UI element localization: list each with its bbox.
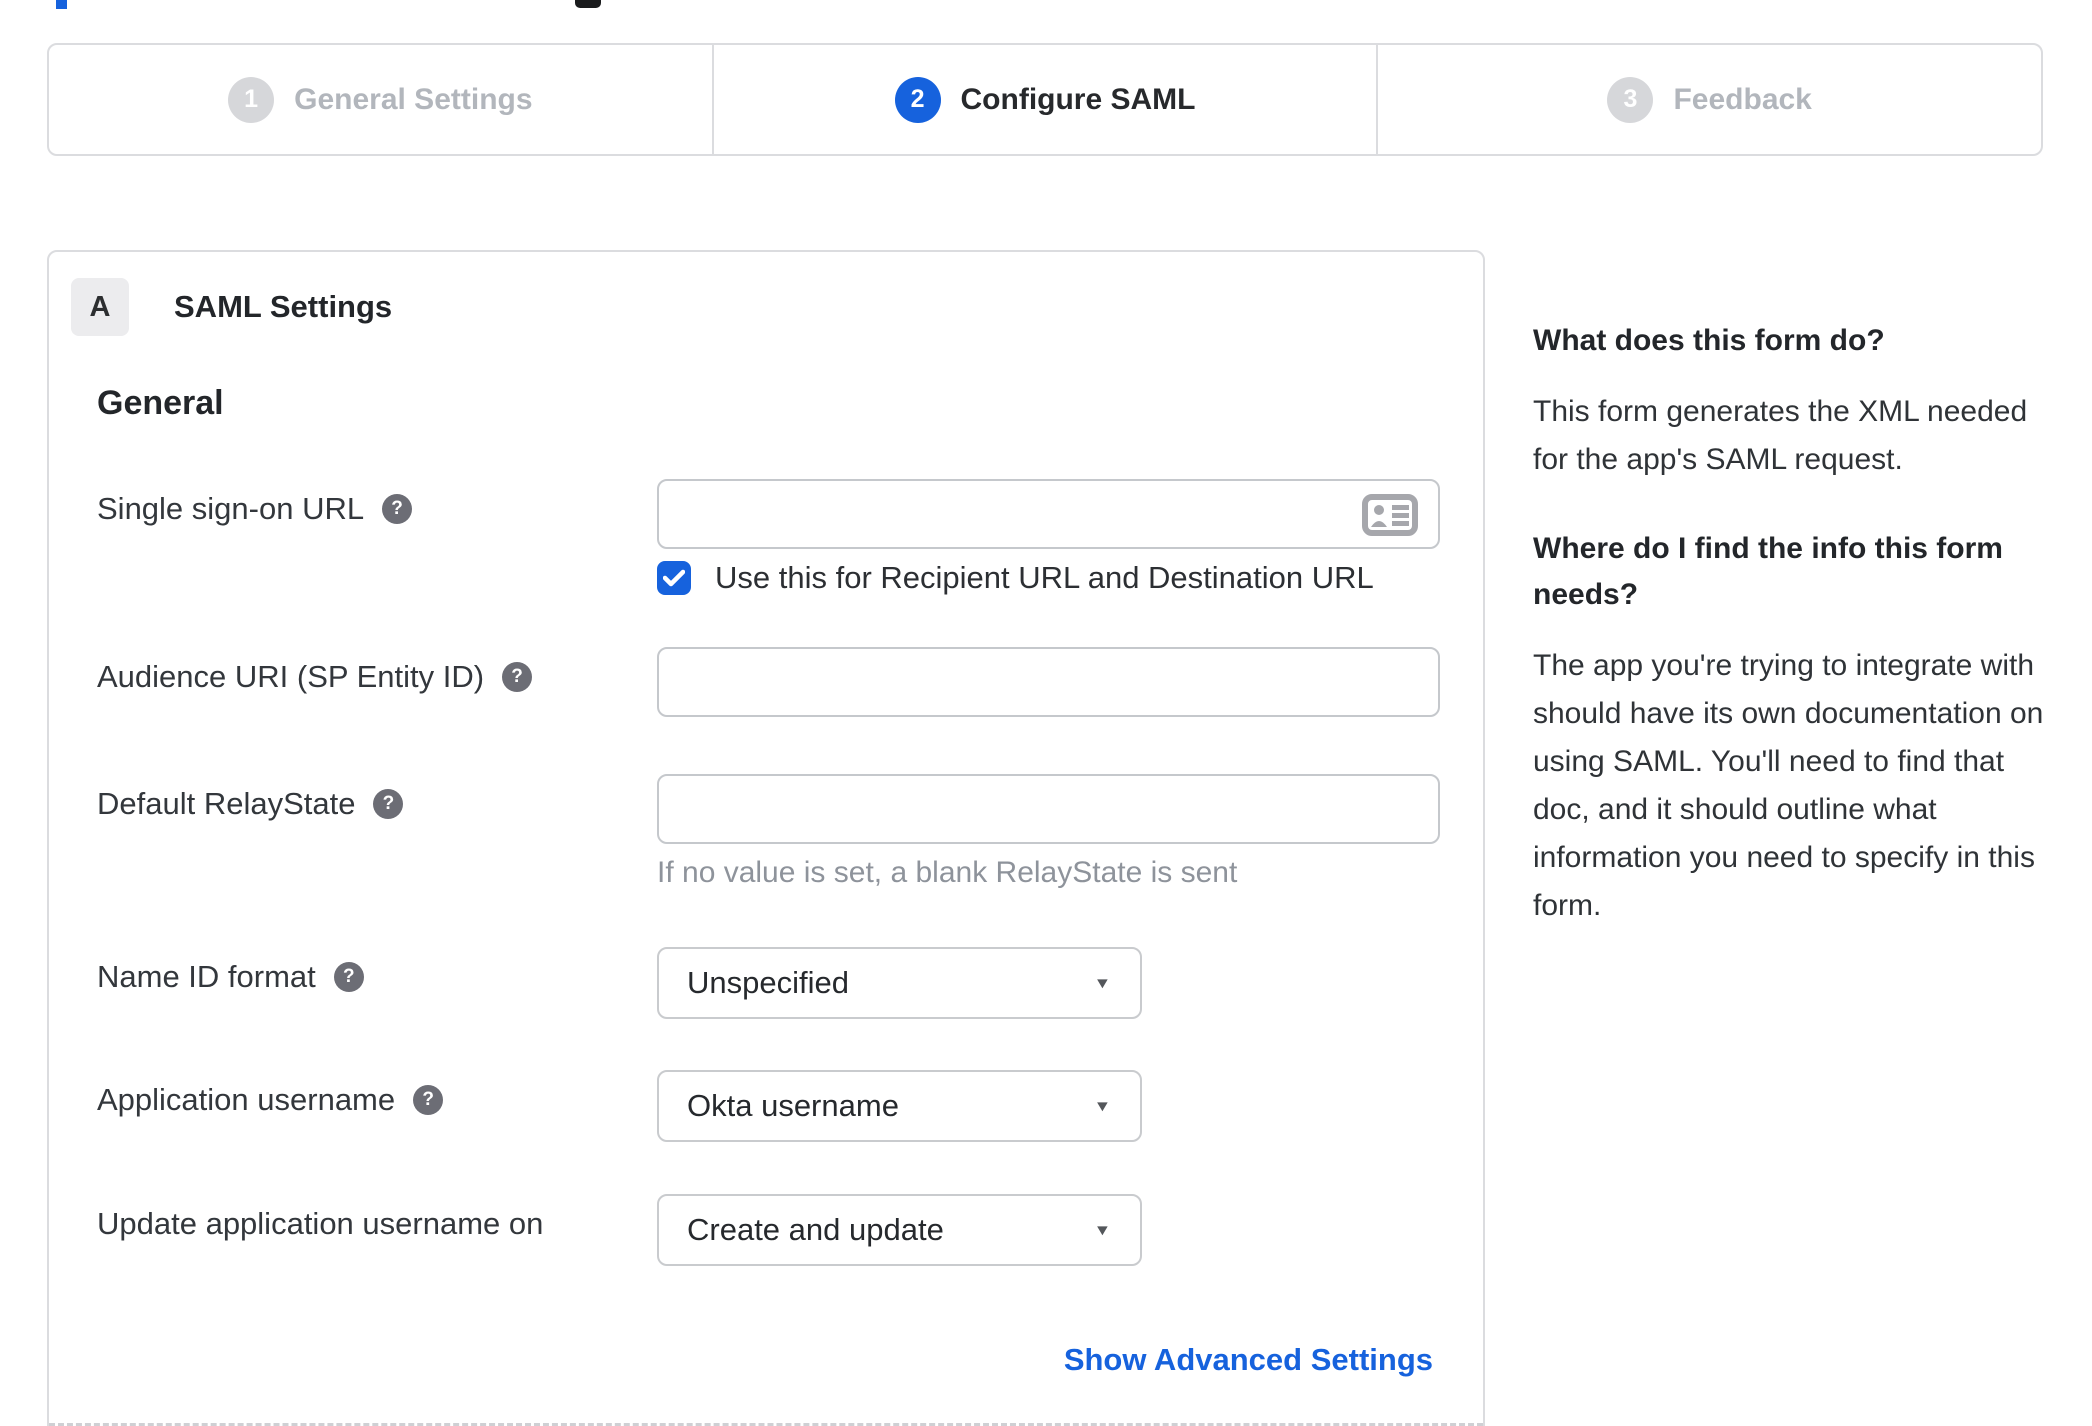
field-label-wrap: Application username ?	[97, 1082, 444, 1118]
audience-uri-input[interactable]	[657, 647, 1440, 717]
step-label: General Settings	[294, 82, 533, 116]
field-label: Application username	[97, 1082, 396, 1117]
field-label: Default RelayState	[97, 786, 356, 821]
step-number-badge: 1	[228, 76, 275, 123]
select-value: Unspecified	[687, 965, 849, 1000]
configure-saml-page: 1 General Settings 2 Configure SAML 3 Fe…	[0, 0, 2092, 1426]
field-label: Update application username on	[97, 1206, 544, 1241]
field-label-wrap: Single sign-on URL ?	[97, 491, 413, 527]
cutoff-blue-element	[56, 0, 67, 9]
step-number-badge: 2	[894, 76, 941, 123]
single-sign-on-url-input[interactable]	[657, 479, 1440, 549]
section-badge: A	[71, 278, 129, 336]
cutoff-black-element	[575, 0, 601, 8]
field-label-wrap: Audience URI (SP Entity ID) ?	[97, 659, 533, 695]
relaystate-helper-text: If no value is set, a blank RelayState i…	[657, 856, 1238, 889]
field-label-wrap: Name ID format ?	[97, 959, 364, 995]
name-id-format-select[interactable]: Unspecified ▼	[657, 947, 1142, 1019]
help-icon[interactable]: ?	[413, 1085, 444, 1115]
help-body-what: This form generates the XML needed for t…	[1533, 395, 2028, 476]
help-heading-what: What does this form do?	[1533, 324, 1885, 357]
show-advanced-settings-link[interactable]: Show Advanced Settings	[1064, 1342, 1433, 1377]
help-icon[interactable]: ?	[373, 789, 404, 819]
field-label-wrap: Update application username on	[97, 1206, 543, 1242]
step-feedback[interactable]: 3 Feedback	[1376, 45, 2041, 154]
help-icon[interactable]: ?	[382, 494, 413, 524]
step-configure-saml[interactable]: 2 Configure SAML	[711, 45, 1377, 154]
update-application-username-select[interactable]: Create and update ▼	[657, 1194, 1142, 1266]
help-heading-where: Where do I find the info this form needs…	[1533, 532, 2003, 611]
field-label-wrap: Default RelayState ?	[97, 786, 404, 822]
checkmark-icon	[663, 569, 685, 587]
panel-header: A SAML Settings	[71, 278, 392, 336]
wizard-stepper: 1 General Settings 2 Configure SAML 3 Fe…	[47, 43, 2043, 156]
help-icon[interactable]: ?	[333, 962, 364, 992]
help-body-where: The app you're trying to integrate with …	[1533, 649, 2044, 922]
step-general-settings[interactable]: 1 General Settings	[49, 45, 712, 154]
field-label: Name ID format	[97, 959, 316, 994]
select-value: Create and update	[687, 1212, 944, 1247]
select-value: Okta username	[687, 1088, 899, 1123]
recipient-url-checkbox[interactable]	[657, 561, 691, 595]
chevron-down-icon: ▼	[1093, 974, 1112, 992]
default-relaystate-input[interactable]	[657, 774, 1440, 844]
step-number-badge: 3	[1607, 76, 1654, 123]
field-label: Audience URI (SP Entity ID)	[97, 659, 485, 694]
help-sidebar: What does this form do? This form genera…	[1533, 318, 2057, 972]
application-username-select[interactable]: Okta username ▼	[657, 1070, 1142, 1142]
step-label: Feedback	[1673, 82, 1812, 116]
help-icon[interactable]: ?	[502, 662, 533, 692]
section-title: SAML Settings	[174, 289, 393, 324]
checkbox-label: Use this for Recipient URL and Destinati…	[715, 560, 1374, 595]
step-label: Configure SAML	[960, 82, 1196, 116]
saml-settings-panel: A SAML Settings General Single sign-on U…	[47, 250, 1485, 1426]
chevron-down-icon: ▼	[1093, 1097, 1112, 1115]
field-label: Single sign-on URL	[97, 491, 365, 526]
chevron-down-icon: ▼	[1093, 1221, 1112, 1239]
group-heading: General	[97, 384, 224, 422]
